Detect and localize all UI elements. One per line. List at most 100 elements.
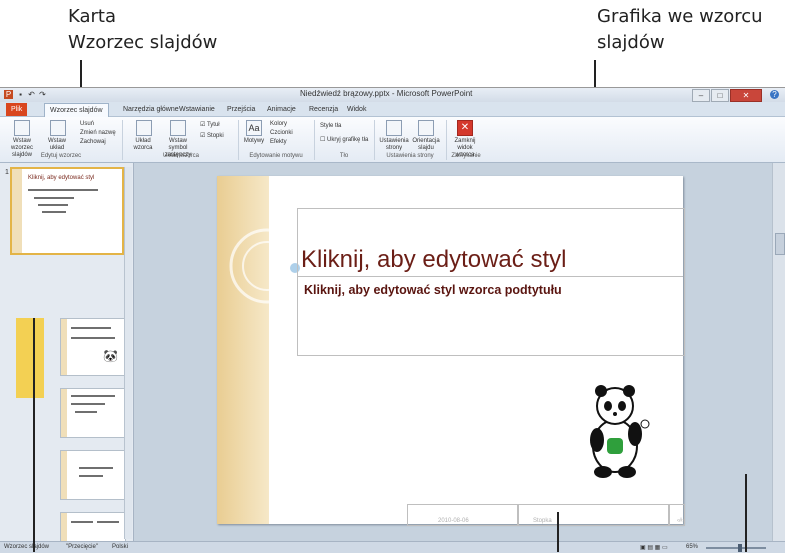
master-layout-icon[interactable]: [136, 120, 152, 136]
tab-transitions[interactable]: Przejścia: [222, 103, 260, 116]
effects-button[interactable]: Efekty: [270, 139, 287, 146]
slide-workspace: Kliknij, aby edytować styl Kliknij, aby …: [134, 163, 785, 541]
callout-tab-line2: Wzorzec slajdów: [68, 32, 218, 53]
thumbnail-layout-1[interactable]: 🐼: [60, 318, 126, 376]
preserve-button[interactable]: Zachowaj: [80, 139, 106, 146]
background-styles-button[interactable]: Style tła: [320, 123, 341, 130]
ribbon: Wstaw wzorzec slajdów Wstaw układ Usuń Z…: [0, 117, 785, 163]
footers-checkbox-label: Stopki: [207, 133, 224, 139]
callout-graphic-line2: slajdów: [597, 32, 665, 53]
thumbnail-title: Kliknij, aby edytować styl: [28, 175, 95, 181]
tab-slide-master[interactable]: Wzorzec slajdów: [44, 103, 109, 117]
tab-file[interactable]: Plik: [6, 103, 28, 116]
callout-graphic-line1: Grafika we wzorcu: [597, 6, 763, 27]
ribbon-separator: [238, 120, 239, 160]
group-close: Zamykanie: [451, 153, 481, 159]
fonts-button[interactable]: Czcionki: [270, 130, 293, 137]
hide-background-graphics-checkbox[interactable]: ☐ Ukryj grafikę tła: [320, 137, 368, 144]
zoom-slider[interactable]: [706, 547, 766, 549]
title-checkbox-label: Tytuł: [206, 122, 220, 128]
master-subtitle-text[interactable]: Kliknij, aby edytować styl wzorca podtyt…: [304, 283, 562, 297]
powerpoint-app-icon[interactable]: P: [4, 90, 13, 99]
thumbnail-line: [42, 211, 66, 213]
insert-layout-icon[interactable]: [50, 120, 66, 136]
tab-view[interactable]: Widok: [342, 103, 371, 116]
ribbon-separator: [374, 120, 375, 160]
title-checkbox[interactable]: ☑ Tytuł: [200, 122, 220, 129]
leader-line-footer: [557, 512, 559, 552]
panda-graphic[interactable]: [575, 376, 665, 486]
status-language[interactable]: Polski: [112, 544, 128, 550]
zoom-slider-thumb[interactable]: [738, 544, 742, 552]
thumbnail-stripe: [61, 389, 67, 437]
thumbnail-master-slide[interactable]: Kliknij, aby edytować styl: [10, 167, 124, 255]
thumbnail-stripe: [61, 451, 67, 499]
thumbnail-line: [75, 411, 97, 413]
callout-tab-line1: Karta: [68, 6, 117, 27]
ribbon-separator: [314, 120, 315, 160]
group-background: Tło: [339, 153, 349, 159]
group-page-setup: Ustawienia strony: [386, 153, 434, 159]
themes-button[interactable]: Motywy: [240, 138, 268, 145]
thumbnail-line: [34, 197, 74, 199]
group-edit-theme: Edytowanie motywu: [249, 153, 303, 159]
status-view-name: Wzorzec slajdów: [4, 544, 50, 550]
thumbnail-line: [79, 467, 113, 469]
insert-slide-master-icon[interactable]: [14, 120, 30, 136]
master-title-text[interactable]: Kliknij, aby edytować styl: [301, 246, 566, 274]
scroll-thumb[interactable]: [775, 233, 785, 255]
thumbnail-layout-3[interactable]: [60, 450, 126, 500]
thumbnail-layout-2[interactable]: [60, 388, 126, 438]
undo-icon[interactable]: ↶: [27, 90, 36, 99]
themes-icon[interactable]: Aa: [246, 120, 262, 136]
help-icon[interactable]: ?: [770, 90, 779, 99]
footer-date-text: 2010-08-06: [438, 518, 469, 524]
powerpoint-window: P ▪ ↶ ↷ Niedźwiedź brązowy.pptx - Micros…: [0, 87, 785, 553]
footer-slide-number: ‹#›: [677, 518, 685, 524]
thumbnail-stripe: [12, 169, 22, 253]
view-buttons[interactable]: ▣ ▤ ▦ ▭: [640, 544, 668, 551]
close-master-view-icon[interactable]: ✕: [457, 120, 473, 136]
page-setup-icon[interactable]: [386, 120, 402, 136]
colors-button[interactable]: Kolory: [270, 121, 287, 128]
thumbnail-line: [38, 204, 68, 206]
thumbnail-line: [71, 521, 93, 523]
minimize-button[interactable]: –: [692, 89, 710, 102]
page-setup-button[interactable]: Ustawienia strony: [376, 138, 412, 152]
footers-checkbox[interactable]: ☑ Stopki: [200, 133, 224, 140]
slide-master-canvas[interactable]: Kliknij, aby edytować styl Kliknij, aby …: [217, 176, 685, 526]
window-title: Niedźwiedź brązowy.pptx - Microsoft Powe…: [300, 89, 473, 98]
slide-thumbnail-panel: 1 Kliknij, aby edytować styl 🐼: [0, 163, 134, 542]
group-master-layout: Układ wzorca: [162, 153, 199, 159]
maximize-button[interactable]: □: [711, 89, 729, 102]
insert-layout-button[interactable]: Wstaw układ: [42, 138, 72, 152]
status-theme-name: "Przecięcie": [66, 544, 98, 550]
rename-button[interactable]: Zmień nazwę: [80, 130, 116, 137]
tab-review[interactable]: Recenzja: [304, 103, 343, 116]
status-bar: Wzorzec slajdów "Przecięcie" Polski ▣ ▤ …: [0, 541, 785, 553]
thumbnail-layout-4[interactable]: [60, 512, 126, 542]
thumbnail-stripe: [61, 319, 67, 375]
redo-icon[interactable]: ↷: [38, 90, 47, 99]
vertical-scrollbar[interactable]: [772, 163, 785, 541]
close-button[interactable]: ✕: [730, 89, 762, 102]
ribbon-separator: [122, 120, 123, 160]
thumbnail-line: [97, 521, 119, 523]
slide-orientation-button[interactable]: Orientacja slajdu: [410, 138, 442, 152]
callout-tab-label: Karta Wzorzec slajdów: [68, 4, 217, 56]
thumbnail-line: [79, 475, 103, 477]
zoom-level[interactable]: 65%: [686, 544, 698, 550]
save-icon[interactable]: ▪: [16, 90, 25, 99]
delete-button[interactable]: Usuń: [80, 121, 94, 128]
title-placeholder[interactable]: [297, 208, 685, 356]
thumbnail-line: [28, 189, 98, 191]
master-layout-button[interactable]: Układ wzorca: [126, 138, 160, 152]
panel-scrollbar[interactable]: [124, 167, 132, 539]
ribbon-separator: [446, 120, 447, 160]
insert-placeholder-icon[interactable]: [170, 120, 186, 136]
tab-animations[interactable]: Animacje: [262, 103, 301, 116]
slide-orientation-icon[interactable]: [418, 120, 434, 136]
thumbnail-line: [71, 395, 115, 397]
thumbnail-panda-icon: 🐼: [103, 349, 118, 363]
tab-insert[interactable]: Wstawianie: [174, 103, 220, 116]
